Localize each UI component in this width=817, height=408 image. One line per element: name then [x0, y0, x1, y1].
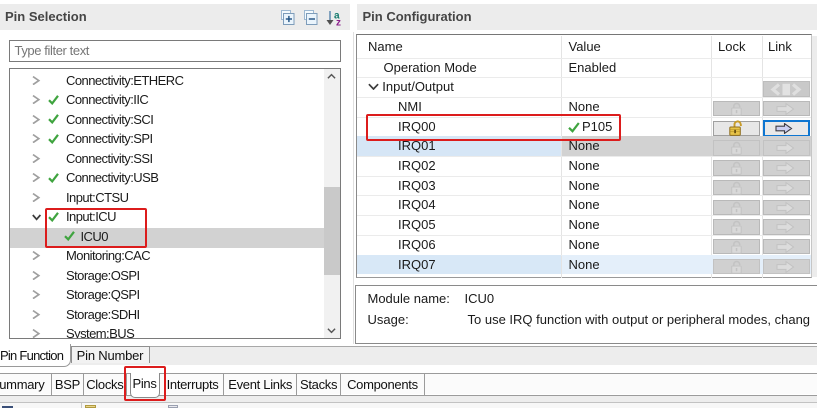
svg-text:z: z	[336, 18, 341, 27]
